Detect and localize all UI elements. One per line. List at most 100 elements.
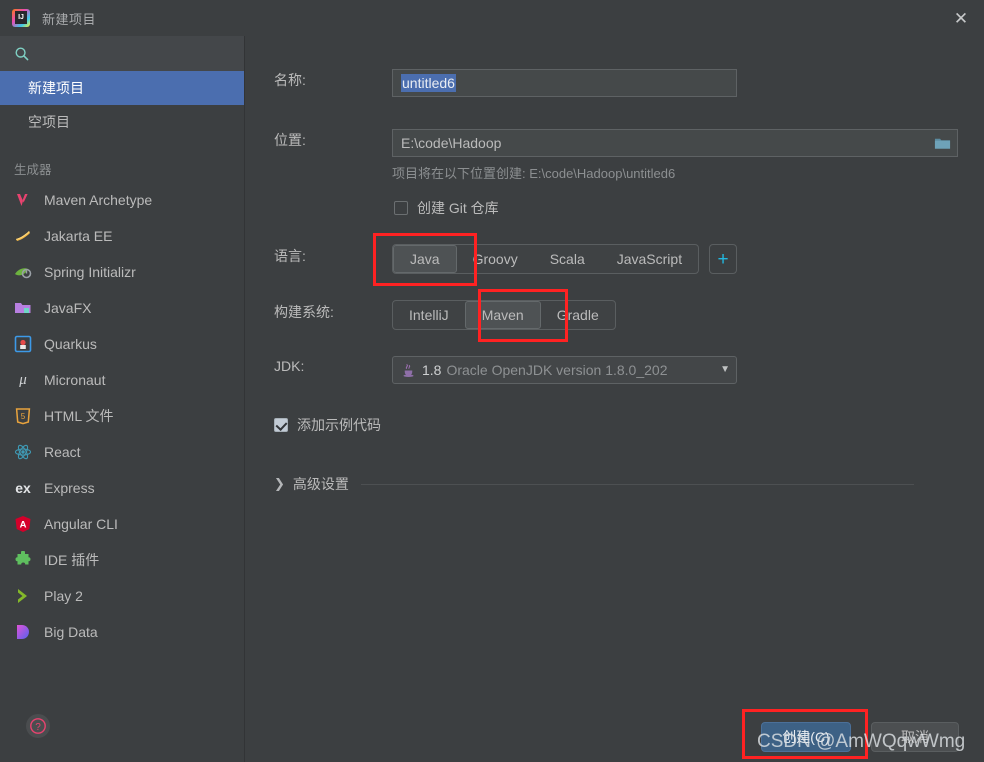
sidebar-item-label: Play 2	[44, 588, 83, 604]
jdk-description: Oracle OpenJDK version 1.8.0_202	[446, 362, 668, 378]
jdk-version: 1.8	[422, 362, 442, 378]
sidebar-item-react[interactable]: React	[0, 434, 244, 470]
location-field-row: 位置:	[274, 130, 396, 150]
language-option-groovy[interactable]: Groovy	[457, 245, 534, 273]
build-system-selector: IntelliJ Maven Gradle	[392, 300, 616, 330]
sidebar-item-javafx[interactable]: JavaFX	[0, 290, 244, 326]
bigdata-icon	[14, 623, 32, 641]
build-system-option-intellij[interactable]: IntelliJ	[393, 301, 465, 329]
sidebar: 新建项目 空项目 生成器 Maven Archetype Jakarta EE	[0, 36, 245, 762]
add-language-button[interactable]: +	[709, 244, 738, 274]
sidebar-item-label: 新建项目	[28, 80, 84, 96]
location-input[interactable]: E:\code\Hadoop	[392, 129, 928, 157]
sidebar-item-spring-initializr[interactable]: Spring Initializr	[0, 254, 244, 290]
sidebar-item-play2[interactable]: Play 2	[0, 578, 244, 614]
name-label: 名称:	[274, 72, 306, 88]
name-input[interactable]: untitled6	[392, 69, 737, 97]
javafx-icon	[14, 299, 32, 317]
language-selector: Java Groovy Scala JavaScript +	[392, 244, 738, 274]
divider	[360, 483, 914, 485]
main-panel: 名称: untitled6 位置: E:\code\Hadoop 项目将在以下位…	[246, 36, 984, 762]
sidebar-item-label: React	[44, 444, 81, 460]
sidebar-item-quarkus[interactable]: Quarkus	[0, 326, 244, 362]
sidebar-item-label: Angular CLI	[44, 516, 118, 532]
jakarta-ee-icon	[14, 227, 32, 245]
sidebar-item-label: JavaFX	[44, 300, 92, 316]
template-list: 新建项目 空项目	[0, 71, 244, 139]
angular-icon: A	[14, 515, 32, 533]
react-icon	[14, 443, 32, 461]
sidebar-item-label: Express	[44, 480, 95, 496]
intellij-idea-icon	[12, 9, 30, 27]
svg-text:5: 5	[21, 412, 26, 421]
name-input-value: untitled6	[401, 74, 456, 92]
sidebar-item-ide-plugin[interactable]: IDE 插件	[0, 542, 244, 578]
sidebar-item-big-data[interactable]: Big Data	[0, 614, 244, 650]
jdk-label: JDK:	[274, 358, 305, 374]
search-icon	[15, 46, 29, 60]
sidebar-item-label: HTML 文件	[44, 408, 114, 424]
location-field-group: E:\code\Hadoop	[392, 129, 958, 157]
build-system-option-maven[interactable]: Maven	[464, 301, 541, 329]
java-icon	[403, 363, 414, 377]
sidebar-item-label: Spring Initializr	[44, 264, 136, 280]
sidebar-item-label: 空项目	[28, 114, 70, 130]
git-repo-checkbox[interactable]: 创建 Git 仓库	[394, 198, 499, 218]
sidebar-item-micronaut[interactable]: μ Micronaut	[0, 362, 244, 398]
chevron-down-icon: ▼	[720, 364, 730, 375]
sidebar-item-new-project[interactable]: 新建项目	[0, 71, 244, 105]
maven-icon	[14, 191, 32, 209]
language-option-java[interactable]: Java	[393, 245, 457, 273]
browse-folder-button[interactable]	[928, 129, 958, 157]
generator-list: Maven Archetype Jakarta EE Spring Initia…	[0, 182, 244, 650]
sidebar-item-maven-archetype[interactable]: Maven Archetype	[0, 182, 244, 218]
svg-text:?: ?	[35, 722, 41, 733]
language-option-scala[interactable]: Scala	[534, 245, 601, 273]
sidebar-item-angular-cli[interactable]: A Angular CLI	[0, 506, 244, 542]
quarkus-icon	[14, 335, 32, 353]
build-system-label: 构建系统:	[274, 304, 334, 320]
advanced-settings-toggle[interactable]: ❯ 高级设置	[274, 474, 914, 494]
spring-icon	[14, 263, 32, 281]
help-button[interactable]: ?	[26, 714, 50, 738]
watermark: CSDN @AmWQqwWmg	[757, 731, 966, 752]
sidebar-item-html-file[interactable]: 5 HTML 文件	[0, 398, 244, 434]
generators-group-title: 生成器	[14, 163, 52, 177]
jdk-dropdown[interactable]: 1.8 Oracle OpenJDK version 1.8.0_202 ▼	[392, 356, 737, 384]
advanced-settings-label: 高级设置	[292, 476, 349, 492]
location-hint: 项目将在以下位置创建: E:\code\Hadoop\untitled6	[392, 166, 676, 181]
jdk-row: JDK:	[274, 358, 304, 374]
name-field-row: 名称:	[274, 70, 396, 90]
svg-text:A: A	[20, 520, 27, 531]
sample-code-checkbox[interactable]: 添加示例代码	[274, 415, 381, 435]
express-icon: ex	[15, 480, 31, 496]
micronaut-icon: μ	[19, 371, 27, 388]
sidebar-item-label: Jakarta EE	[44, 228, 113, 244]
language-segmented-control: Java Groovy Scala JavaScript	[392, 244, 700, 274]
help-icon: ?	[30, 718, 46, 734]
sidebar-item-empty-project[interactable]: 空项目	[0, 105, 244, 139]
sidebar-item-express[interactable]: ex Express	[0, 470, 244, 506]
language-row: 语言:	[274, 246, 306, 266]
sidebar-item-label: Micronaut	[44, 372, 106, 388]
html5-icon: 5	[14, 407, 32, 425]
search-input[interactable]	[0, 36, 244, 71]
location-label: 位置:	[274, 132, 306, 148]
location-input-value: E:\code\Hadoop	[401, 135, 502, 151]
plugin-icon	[14, 551, 32, 569]
language-option-javascript[interactable]: JavaScript	[601, 245, 698, 273]
play2-icon	[14, 587, 32, 605]
window-title: 新建项目	[42, 11, 97, 27]
git-repo-checkbox-label: 创建 Git 仓库	[417, 200, 499, 216]
sidebar-item-label: Maven Archetype	[44, 192, 153, 208]
folder-icon	[934, 138, 951, 149]
build-system-segmented-control: IntelliJ Maven Gradle	[392, 300, 616, 330]
checkbox-box	[394, 201, 408, 215]
close-icon[interactable]: ✕	[938, 0, 984, 36]
sidebar-item-label: Quarkus	[44, 336, 97, 352]
language-label: 语言:	[274, 248, 306, 264]
build-system-option-gradle[interactable]: Gradle	[541, 301, 615, 329]
sidebar-item-jakarta-ee[interactable]: Jakarta EE	[0, 218, 244, 254]
build-system-row: 构建系统:	[274, 302, 334, 322]
checkbox-box	[274, 418, 288, 432]
